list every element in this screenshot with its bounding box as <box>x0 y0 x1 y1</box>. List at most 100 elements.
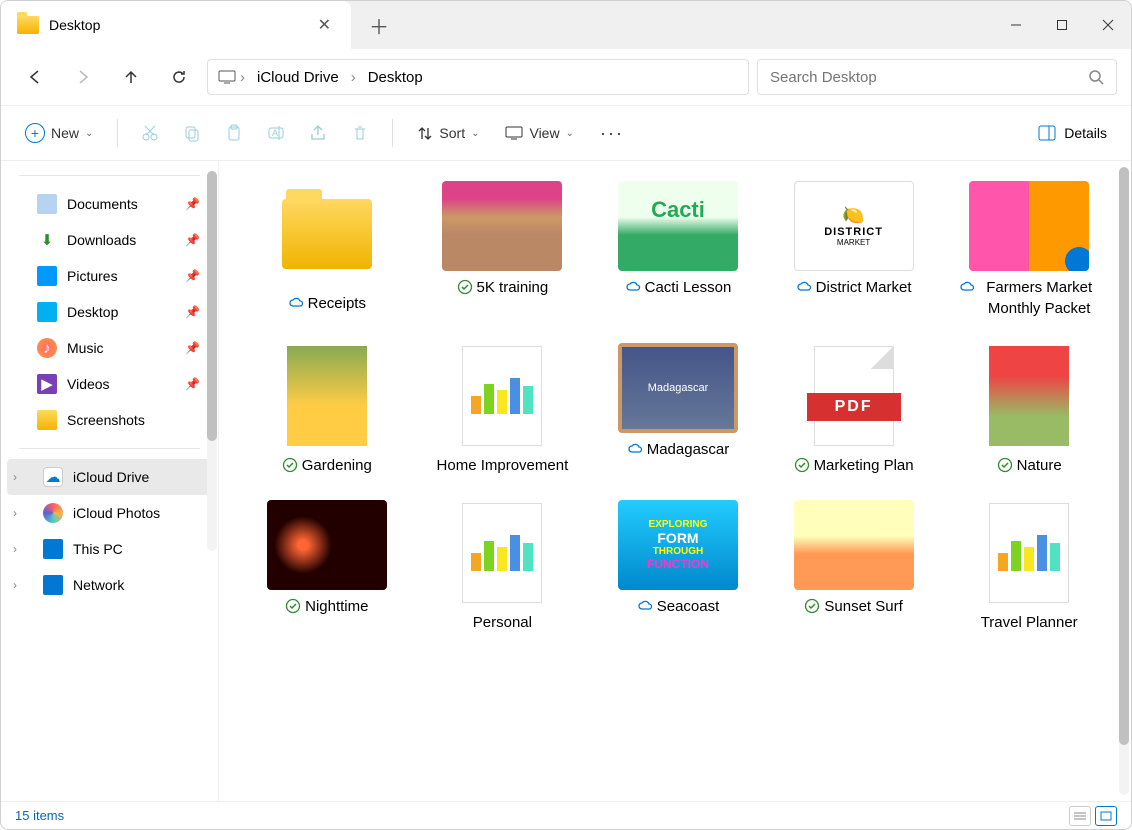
sidebar-item-icloud-photos[interactable]: ›iCloud Photos <box>1 495 218 531</box>
thumb-wrap <box>989 343 1069 449</box>
paste-button[interactable] <box>216 118 252 148</box>
pin-icon: 📌 <box>185 233 200 247</box>
close-tab-button[interactable]: ✕ <box>314 11 335 39</box>
forward-button[interactable] <box>63 57 103 97</box>
item-name: Seacoast <box>657 596 720 617</box>
minimize-button[interactable] <box>993 1 1039 49</box>
sidebar-item-desktop[interactable]: Desktop📌 <box>1 294 218 330</box>
sidebar-item-pictures[interactable]: Pictures📌 <box>1 258 218 294</box>
image-thumbnail <box>989 346 1069 446</box>
item-name: Receipts <box>308 293 366 314</box>
back-button[interactable] <box>15 57 55 97</box>
sidebar-item-label: iCloud Drive <box>73 469 149 485</box>
item-label: Receipts <box>288 293 366 314</box>
thumb-wrap <box>282 181 372 287</box>
scrollbar-thumb[interactable] <box>1119 167 1129 745</box>
chevron-right-icon[interactable]: › <box>240 69 245 86</box>
photos-icon <box>43 503 63 523</box>
file-item-home-improvement[interactable]: Home Improvement <box>425 343 581 476</box>
sidebar-item-downloads[interactable]: ⬇Downloads📌 <box>1 222 218 258</box>
search-box[interactable] <box>757 59 1117 95</box>
item-name: 5K training <box>477 277 549 298</box>
item-name: Personal <box>473 612 532 633</box>
copy-button[interactable] <box>174 118 210 148</box>
chevron-right-icon[interactable]: › <box>13 542 33 556</box>
file-item-personal[interactable]: Personal <box>425 500 581 633</box>
folder-icon <box>37 410 57 430</box>
crumb-desktop[interactable]: Desktop <box>360 67 431 88</box>
view-button[interactable]: View ⌄ <box>495 119 583 147</box>
chevron-down-icon: ⌄ <box>566 128 574 139</box>
file-item-receipts[interactable]: Receipts <box>249 181 405 319</box>
item-name: Gardening <box>302 455 372 476</box>
close-window-button[interactable] <box>1085 1 1131 49</box>
chevron-right-icon[interactable]: › <box>13 470 33 484</box>
sidebar-item-documents[interactable]: Documents📌 <box>1 186 218 222</box>
sidebar-item-label: This PC <box>73 541 123 557</box>
sidebar-item-label: Music <box>67 340 104 356</box>
file-item-travel-planner[interactable]: Travel Planner <box>951 500 1107 633</box>
document-icon <box>462 346 542 446</box>
file-item-5k-training[interactable]: 5K training <box>425 181 581 319</box>
search-icon[interactable] <box>1088 69 1104 85</box>
sidebar-item-icloud-drive[interactable]: ›☁iCloud Drive <box>7 459 212 495</box>
synced-status-icon <box>997 457 1013 473</box>
pdf-icon: PDF <box>814 346 894 446</box>
sidebar-item-music[interactable]: ♪Music📌 <box>1 330 218 366</box>
crumb-icloud-drive[interactable]: iCloud Drive <box>249 67 347 88</box>
details-button[interactable]: Details <box>1028 119 1117 147</box>
synced-status-icon <box>457 279 473 295</box>
up-button[interactable] <box>111 57 151 97</box>
image-thumbnail <box>287 346 367 446</box>
search-input[interactable] <box>770 69 1080 86</box>
new-label: New <box>51 125 79 141</box>
image-thumbnail <box>267 500 387 590</box>
sidebar-item-this-pc[interactable]: › This PC <box>1 531 218 567</box>
content-scrollbar[interactable] <box>1119 167 1129 795</box>
details-view-button[interactable] <box>1069 806 1091 826</box>
maximize-button[interactable] <box>1039 1 1085 49</box>
new-tab-button[interactable]: ＋ <box>351 11 407 40</box>
more-button[interactable]: ··· <box>590 117 634 150</box>
item-label: Home Improvement <box>437 455 569 476</box>
file-item-madagascar[interactable]: MadagascarMadagascar <box>600 343 756 476</box>
chevron-right-icon[interactable]: › <box>351 69 356 86</box>
separator <box>19 175 200 176</box>
new-button[interactable]: + New ⌄ <box>15 117 103 149</box>
file-item-seacoast[interactable]: EXPLORINGFORMTHROUGHFUNCTIONSeacoast <box>600 500 756 633</box>
rename-button[interactable]: A <box>258 118 294 148</box>
file-item-marketing-plan[interactable]: PDFMarketing Plan <box>776 343 932 476</box>
icons-view-button[interactable] <box>1095 806 1117 826</box>
file-item-cacti-lesson[interactable]: Cacti Lesson <box>600 181 756 319</box>
file-item-nighttime[interactable]: Nighttime <box>249 500 405 633</box>
sidebar-scrollbar[interactable] <box>207 171 217 551</box>
sidebar-item-network[interactable]: ›Network <box>1 567 218 603</box>
nav-row: › iCloud Drive › Desktop <box>1 49 1131 105</box>
scrollbar-thumb[interactable] <box>207 171 217 441</box>
chevron-right-icon[interactable]: › <box>13 506 33 520</box>
music-icon: ♪ <box>37 338 57 358</box>
file-item-gardening[interactable]: Gardening <box>249 343 405 476</box>
cut-button[interactable] <box>132 118 168 148</box>
item-label: Nighttime <box>285 596 368 617</box>
tab-desktop[interactable]: Desktop ✕ <box>1 1 351 49</box>
document-icon <box>462 503 542 603</box>
file-item-district-market[interactable]: 🍋DISTRICTMARKETDistrict Market <box>776 181 932 319</box>
pin-icon: 📌 <box>185 377 200 391</box>
file-item-sunset-surf[interactable]: Sunset Surf <box>776 500 932 633</box>
pc-icon[interactable] <box>218 70 236 84</box>
content-scroll[interactable]: Receipts 5K training Cacti Lesson🍋DISTRICT… <box>219 161 1117 801</box>
file-item-farmers-market-monthly-packet[interactable]: Farmers Market Monthly Packet <box>951 181 1107 319</box>
sidebar-item-screenshots[interactable]: Screenshots <box>1 402 218 438</box>
file-item-nature[interactable]: Nature <box>951 343 1107 476</box>
titlebar: Desktop ✕ ＋ <box>1 1 1131 49</box>
chevron-right-icon[interactable]: › <box>13 578 33 592</box>
delete-button[interactable] <box>342 118 378 148</box>
share-button[interactable] <box>300 118 336 148</box>
content-area: Receipts 5K training Cacti Lesson🍋DISTRICT… <box>219 161 1131 801</box>
sort-button[interactable]: Sort ⌄ <box>407 119 489 147</box>
refresh-button[interactable] <box>159 57 199 97</box>
sidebar-item-videos[interactable]: ▶Videos📌 <box>1 366 218 402</box>
breadcrumb[interactable]: › iCloud Drive › Desktop <box>207 59 749 95</box>
sidebar-item-label: Pictures <box>67 268 118 284</box>
